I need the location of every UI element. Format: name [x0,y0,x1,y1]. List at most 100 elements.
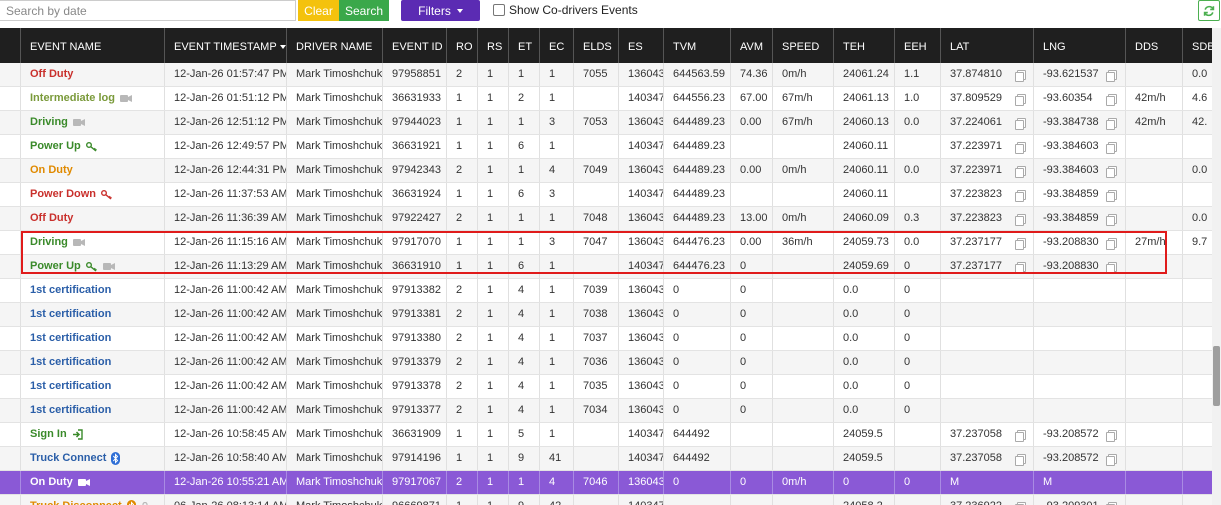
search-button[interactable]: Search [339,0,389,21]
copy-icon[interactable] [1106,238,1117,250]
event-name-label[interactable]: Sign In [30,423,67,446]
column-header-dds[interactable]: DDS [1126,28,1183,66]
table-row[interactable]: Power Down 12-Jan-26 11:37:53 AM Mark Timo… [0,183,1212,207]
column-header-speed[interactable]: SPEED [773,28,834,66]
row-select-cell[interactable] [0,303,21,326]
copy-icon[interactable] [1106,70,1117,82]
copy-icon[interactable] [1015,190,1026,202]
vertical-scrollbar[interactable] [1212,28,1221,505]
column-header-lng[interactable]: LNG [1034,28,1126,66]
row-select-cell[interactable] [0,423,21,446]
event-name-label[interactable]: Power Up [30,135,81,158]
table-row[interactable]: Power Up 12-Jan-26 12:49:57 PM Mark Timosh… [0,135,1212,159]
codrivers-checkbox[interactable] [493,4,505,16]
table-row[interactable]: 1st certification 12-Jan-26 11:00:42 AM Ma… [0,279,1212,303]
table-row[interactable]: Driving 12-Jan-26 12:51:12 PM Mark Timoshc… [0,111,1212,135]
clear-button[interactable]: Clear [298,0,339,21]
copy-icon[interactable] [1015,238,1026,250]
copy-icon[interactable] [1015,70,1026,82]
copy-icon[interactable] [1106,142,1117,154]
copy-icon[interactable] [1015,214,1026,226]
row-select-cell[interactable] [0,255,21,278]
column-header-eeh[interactable]: EEH [895,28,941,66]
event-name-label[interactable]: Power Up [30,255,81,278]
refresh-button[interactable] [1198,0,1220,21]
column-header-ec[interactable]: EC [540,28,574,66]
table-row[interactable]: Intermediate log 12-Jan-26 01:51:12 PM Mar… [0,87,1212,111]
copy-icon[interactable] [1015,142,1026,154]
column-header-event-id[interactable]: EVENT ID [383,28,447,66]
table-row[interactable]: Off Duty 12-Jan-26 11:36:39 AM Mark Timosh… [0,207,1212,231]
column-header-driver-name[interactable]: DRIVER NAME [287,28,383,66]
column-header-ro[interactable]: RO [447,28,478,66]
event-name-label[interactable]: 1st certification [30,399,111,422]
row-select-cell[interactable] [0,495,21,505]
column-header-sdbi[interactable]: SDBI [1183,28,1212,66]
copy-icon[interactable] [1015,118,1026,130]
copy-icon[interactable] [1106,166,1117,178]
event-name-label[interactable]: 1st certification [30,279,111,302]
table-row[interactable]: 1st certification 12-Jan-26 11:00:42 AM Ma… [0,303,1212,327]
table-row[interactable]: Power Up 12-Jan-26 11:13:29 AM Mark Timosh… [0,255,1212,279]
table-row[interactable]: Truck Disconnect 06-Jan-26 08:13:14 AM Mar… [0,495,1212,505]
column-header-tvm[interactable]: TVM [664,28,731,66]
row-select-cell[interactable] [0,399,21,422]
copy-icon[interactable] [1106,214,1117,226]
table-row[interactable]: 1st certification 12-Jan-26 11:00:42 AM Ma… [0,351,1212,375]
row-select-cell[interactable] [0,327,21,350]
row-select-cell[interactable] [0,375,21,398]
column-header-event-name[interactable]: EVENT NAME [21,28,165,66]
row-select-cell[interactable] [0,111,21,134]
table-row[interactable]: 1st certification 12-Jan-26 11:00:42 AM Ma… [0,375,1212,399]
copy-icon[interactable] [1015,430,1026,442]
table-row[interactable]: On Duty 12-Jan-26 12:44:31 PM Mark Timoshc… [0,159,1212,183]
copy-icon[interactable] [1106,94,1117,106]
column-header-event-timestamp[interactable]: EVENT TIMESTAMP [165,28,287,66]
search-date-input[interactable] [0,0,296,21]
row-select-cell[interactable] [0,447,21,470]
row-select-cell[interactable] [0,183,21,206]
event-name-label[interactable]: Driving [30,231,68,254]
table-row[interactable]: Sign In 12-Jan-26 10:58:45 AM Mark Timoshc… [0,423,1212,447]
row-select-cell[interactable] [0,135,21,158]
row-select-cell[interactable] [0,207,21,230]
event-name-label[interactable]: Intermediate log [30,87,115,110]
copy-icon[interactable] [1106,430,1117,442]
column-header-rs[interactable]: RS [478,28,509,66]
table-row[interactable]: Off Duty 12-Jan-26 01:57:47 PM Mark Timosh… [0,63,1212,87]
table-row[interactable]: 1st certification 12-Jan-26 11:00:42 AM Ma… [0,399,1212,423]
event-name-label[interactable]: Driving [30,111,68,134]
event-name-label[interactable]: 1st certification [30,303,111,326]
copy-icon[interactable] [1106,262,1117,274]
copy-icon[interactable] [1015,262,1026,274]
column-header-teh[interactable]: TEH [834,28,895,66]
filters-button[interactable]: Filters [401,0,480,21]
table-row-selected[interactable]: On Duty 12-Jan-26 10:55:21 AM Mark Timoshc… [0,471,1212,495]
copy-icon[interactable] [1015,94,1026,106]
event-name-label[interactable]: Off Duty [30,63,73,86]
row-select-cell[interactable] [0,471,21,494]
column-header-es[interactable]: ES [619,28,664,66]
event-name-label[interactable]: Truck Connect [30,447,106,470]
row-select-cell[interactable] [0,351,21,374]
event-name-label[interactable]: On Duty [30,159,73,182]
row-select-cell[interactable] [0,159,21,182]
copy-icon[interactable] [1106,454,1117,466]
event-name-label[interactable]: Truck Disconnect [30,495,122,505]
event-name-label[interactable]: 1st certification [30,375,111,398]
table-row[interactable]: 1st certification 12-Jan-26 11:00:42 AM Ma… [0,327,1212,351]
column-header-avm[interactable]: AVM [731,28,773,66]
event-name-label[interactable]: 1st certification [30,351,111,374]
scroll-thumb[interactable] [1213,346,1220,406]
row-select-cell[interactable] [0,87,21,110]
copy-icon[interactable] [1106,190,1117,202]
event-name-label[interactable]: Power Down [30,183,96,206]
copy-icon[interactable] [1015,454,1026,466]
event-name-label[interactable]: On Duty [30,471,73,494]
table-row[interactable]: Truck Connect 12-Jan-26 10:58:40 AM Mark T… [0,447,1212,471]
row-select-cell[interactable] [0,231,21,254]
copy-icon[interactable] [1015,166,1026,178]
event-name-label[interactable]: Off Duty [30,207,73,230]
row-select-cell[interactable] [0,279,21,302]
codrivers-toggle[interactable]: Show Co-drivers Events [493,3,638,17]
